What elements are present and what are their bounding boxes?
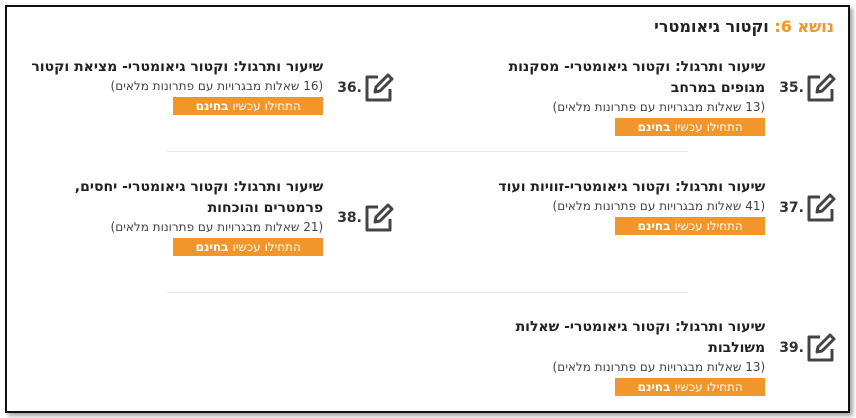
lesson-item-39: 39. שיעור ותרגול: וקטור גיאומטרי- שאלות … — [465, 317, 838, 396]
lesson-item-35: 35. שיעור ותרגול: וקטור גיאומטרי- מסקנות… — [465, 57, 838, 136]
start-free-button[interactable]: התחילו עכשיו בחינם — [615, 118, 766, 136]
lesson-content: שיעור ותרגול: וקטור גיאומטרי- שאלות משול… — [465, 317, 766, 396]
lesson-item-37: 37. שיעור ותרגול: וקטור גיאומטרי-זוויות … — [465, 177, 838, 235]
row-divider — [167, 292, 688, 293]
lesson-marker: 39. — [775, 331, 838, 365]
start-label: התחילו עכשיו — [674, 219, 743, 233]
topic-title: וקטור גיאומטרי — [654, 17, 769, 36]
lesson-content: שיעור ותרגול: וקטור גיאומטרי- מציאת וקטו… — [23, 57, 324, 115]
lesson-marker: 35. — [775, 71, 838, 105]
lesson-title[interactable]: שיעור ותרגול: וקטור גיאומטרי- מציאת וקטו… — [23, 57, 323, 78]
lesson-marker: 37. — [775, 191, 838, 225]
lesson-item-38: 38. שיעור ותרגול: וקטור גיאומטרי- יחסים,… — [73, 177, 396, 256]
edit-pencil-icon[interactable] — [362, 201, 396, 235]
lesson-number: 37. — [779, 200, 804, 216]
lesson-subtitle: (41 שאלות מבגרויות עם פתרונות מלאים) — [552, 199, 766, 213]
row-divider — [167, 151, 688, 152]
free-label: בחינם — [637, 120, 671, 134]
lesson-content: שיעור ותרגול: וקטור גיאומטרי- יחסים, פרמ… — [73, 177, 324, 256]
lesson-subtitle: (13 שאלות מבגרויות עם פתרונות מלאים) — [552, 360, 766, 374]
start-free-button[interactable]: התחילו עכשיו בחינם — [173, 97, 324, 115]
lesson-title[interactable]: שיעור ותרגול: וקטור גיאומטרי- שאלות משול… — [465, 317, 766, 359]
lesson-subtitle: (13 שאלות מבגרויות עם פתרונות מלאים) — [552, 100, 766, 114]
lesson-subtitle: (16 שאלות מבגרויות עם פתרונות מלאים) — [110, 79, 324, 93]
lesson-marker: 38. — [333, 201, 396, 235]
start-label: התחילו עכשיו — [232, 240, 301, 254]
lesson-number: 35. — [779, 80, 804, 96]
edit-pencil-icon[interactable] — [804, 191, 838, 225]
start-free-button[interactable]: התחילו עכשיו בחינם — [615, 217, 766, 235]
lesson-title[interactable]: שיעור ותרגול: וקטור גיאומטרי- יחסים, פרמ… — [73, 177, 323, 219]
edit-pencil-icon[interactable] — [362, 71, 396, 105]
free-label: בחינם — [195, 99, 229, 113]
lesson-item-36: 36. שיעור ותרגול: וקטור גיאומטרי- מציאת … — [23, 57, 396, 115]
topic-heading: נושא 6: וקטור גיאומטרי — [654, 17, 834, 36]
free-label: בחינם — [195, 240, 229, 254]
start-label: התחילו עכשיו — [674, 120, 743, 134]
free-label: בחינם — [637, 380, 671, 394]
edit-pencil-icon[interactable] — [804, 71, 838, 105]
lesson-panel: נושא 6: וקטור גיאומטרי 35. שיעור ותרגול:… — [5, 5, 850, 413]
free-label: בחינם — [637, 219, 671, 233]
start-free-button[interactable]: התחילו עכשיו בחינם — [173, 238, 324, 256]
lesson-title[interactable]: שיעור ותרגול: וקטור גיאומטרי-זוויות ועוד — [465, 177, 765, 198]
lesson-content: שיעור ותרגול: וקטור גיאומטרי- מסקנות מגו… — [465, 57, 766, 136]
start-label: התחילו עכשיו — [674, 380, 743, 394]
lesson-marker: 36. — [333, 71, 396, 105]
lesson-number: 38. — [337, 210, 362, 226]
lesson-number: 36. — [337, 80, 362, 96]
start-free-button[interactable]: התחילו עכשיו בחינם — [615, 378, 766, 396]
lesson-number: 39. — [779, 340, 804, 356]
start-label: התחילו עכשיו — [232, 99, 301, 113]
edit-pencil-icon[interactable] — [804, 331, 838, 365]
topic-prefix: נושא 6: — [774, 17, 834, 36]
lesson-subtitle: (21 שאלות מבגרויות עם פתרונות מלאים) — [110, 220, 324, 234]
lesson-content: שיעור ותרגול: וקטור גיאומטרי-זוויות ועוד… — [465, 177, 766, 235]
lesson-title[interactable]: שיעור ותרגול: וקטור גיאומטרי- מסקנות מגו… — [465, 57, 766, 99]
